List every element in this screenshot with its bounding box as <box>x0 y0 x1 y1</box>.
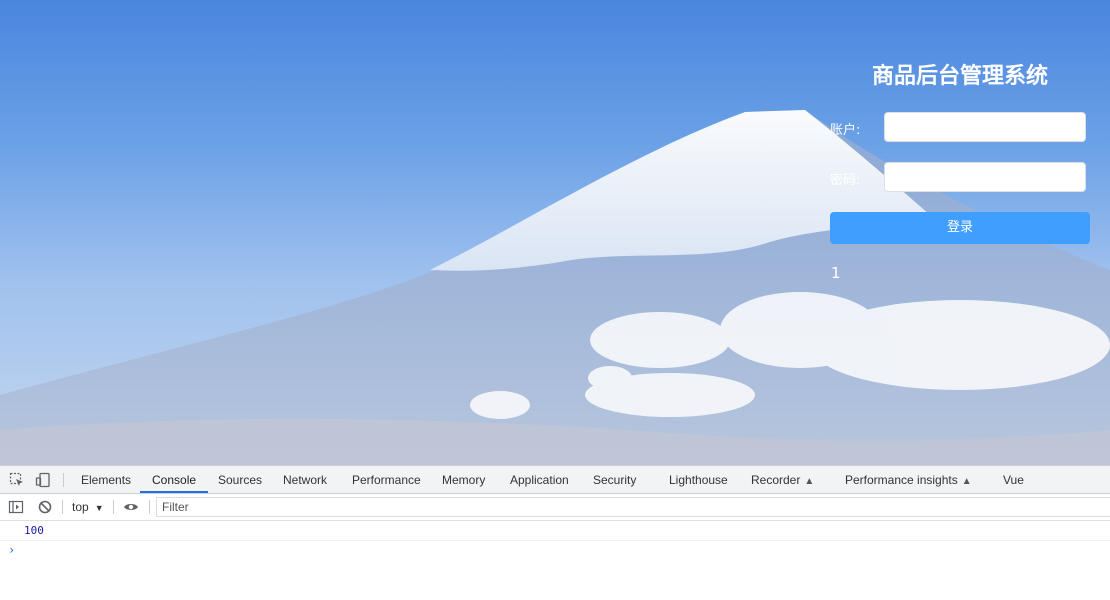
sidebar-toggle-icon[interactable] <box>8 499 24 515</box>
tab-performance-insights-label: Performance insights <box>845 473 958 487</box>
context-value: top <box>72 500 89 514</box>
eye-icon[interactable] <box>123 499 139 515</box>
console-prompt[interactable]: › <box>8 543 15 557</box>
dropdown-arrow-icon: ▼ <box>94 503 104 513</box>
tab-elements[interactable]: Elements <box>81 466 131 493</box>
tab-memory[interactable]: Memory <box>442 466 485 493</box>
account-row: 账户: <box>830 112 1090 144</box>
login-title: 商品后台管理系统 <box>871 64 1048 89</box>
tab-performance[interactable]: Performance <box>352 466 421 493</box>
console-log-value: 100 <box>24 524 44 537</box>
tab-lighthouse[interactable]: Lighthouse <box>669 466 728 493</box>
console-log-line: 100 <box>0 521 1110 541</box>
tab-performance-insights[interactable]: Performance insights ▲ <box>845 466 972 493</box>
console-output: 100 › <box>0 521 1110 600</box>
devtools-panel: Elements Console Sources Network Perform… <box>0 465 1110 600</box>
device-toolbar-icon[interactable] <box>35 472 51 488</box>
inspect-element-icon[interactable] <box>9 472 25 488</box>
tab-recorder[interactable]: Recorder ▲ <box>751 466 814 493</box>
console-toolbar: top ▼ Filter <box>0 494 1110 521</box>
flask-icon: ▲ <box>961 476 972 487</box>
page-viewport: 商品后台管理系统 账户: 密码: 登录 1 <box>0 0 1110 465</box>
clear-console-icon[interactable] <box>37 499 53 515</box>
password-row: 密码: <box>830 162 1090 194</box>
tab-network[interactable]: Network <box>283 466 327 493</box>
password-label: 密码: <box>830 173 861 188</box>
toolbar-divider <box>149 500 150 514</box>
login-button[interactable]: 登录 <box>830 212 1090 244</box>
account-label: 账户: <box>830 123 861 138</box>
counter-text: 1 <box>831 264 841 282</box>
tab-console[interactable]: Console <box>140 466 209 493</box>
tab-application[interactable]: Application <box>510 466 569 493</box>
devtools-tabbar: Elements Console Sources Network Perform… <box>0 466 1110 494</box>
tab-security[interactable]: Security <box>593 466 636 493</box>
password-input[interactable] <box>884 162 1086 192</box>
tab-recorder-label: Recorder <box>751 473 801 487</box>
flask-icon: ▲ <box>804 476 815 487</box>
tab-sources[interactable]: Sources <box>218 466 262 493</box>
context-selector[interactable]: top ▼ <box>72 500 104 514</box>
filter-input[interactable]: Filter <box>156 497 1110 517</box>
toolbar-divider <box>63 473 64 487</box>
tab-vue[interactable]: Vue <box>1003 466 1024 493</box>
toolbar-divider <box>62 500 63 514</box>
account-input[interactable] <box>884 112 1086 142</box>
toolbar-divider <box>113 500 114 514</box>
